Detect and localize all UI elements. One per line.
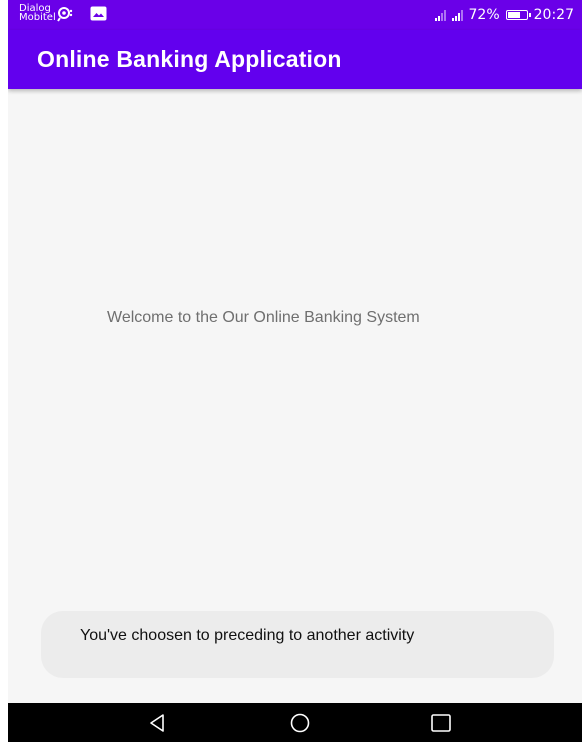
battery-icon bbox=[505, 10, 531, 20]
carrier-label: Dialog Mobitel bbox=[19, 3, 56, 23]
clock: 20:27 bbox=[533, 7, 574, 23]
recents-button[interactable] bbox=[426, 713, 456, 733]
signal-icon bbox=[434, 9, 446, 21]
lens-icon bbox=[56, 6, 74, 26]
welcome-text: Welcome to the Our Online Banking System bbox=[107, 309, 420, 326]
signal-icon bbox=[451, 9, 463, 21]
app-bar: Online Banking Application bbox=[8, 30, 582, 89]
battery-percent: 72% bbox=[468, 7, 500, 23]
back-icon bbox=[150, 714, 164, 732]
battery-fill bbox=[507, 12, 521, 18]
phone-screen: Dialog Mobitel 72% 20:27 Online Banking … bbox=[8, 0, 582, 742]
image-icon bbox=[90, 6, 107, 25]
app-title: Online Banking Application bbox=[37, 46, 342, 72]
home-icon bbox=[290, 713, 310, 733]
back-button[interactable] bbox=[142, 713, 172, 733]
toast-message: You've choosen to preceding to another a… bbox=[41, 611, 554, 678]
home-button[interactable] bbox=[285, 713, 315, 733]
status-bar: Dialog Mobitel 72% 20:27 bbox=[8, 0, 582, 30]
navigation-bar bbox=[8, 703, 582, 742]
recents-icon bbox=[431, 714, 451, 732]
status-right: 72% 20:27 bbox=[434, 7, 574, 23]
